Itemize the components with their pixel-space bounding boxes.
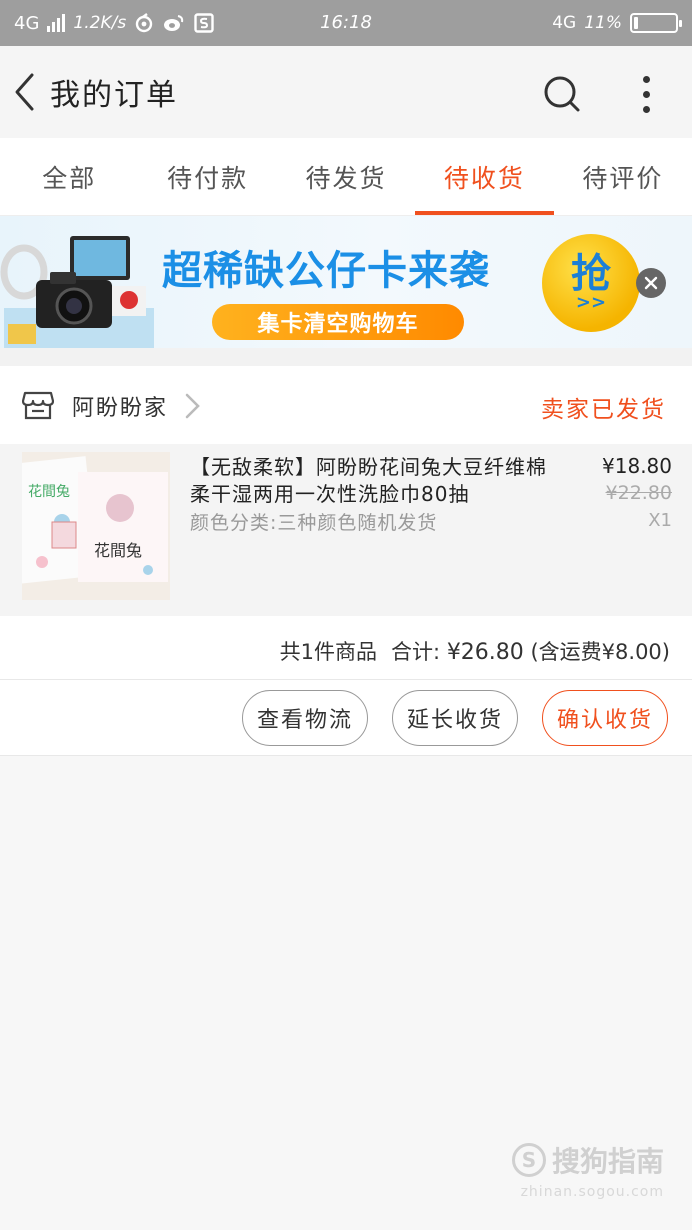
sogou-icon bbox=[194, 13, 214, 33]
section-gap bbox=[0, 348, 692, 366]
shop-header[interactable]: 阿盼盼家 卖家已发货 bbox=[0, 366, 692, 444]
product-item[interactable]: 花間兔 花間兔 【无敌柔软】阿盼盼花间兔大豆纤维棉柔干湿两用一次性洗脸巾80抽 … bbox=[0, 444, 692, 616]
product-quantity: X1 bbox=[648, 510, 672, 531]
battery-fill bbox=[634, 17, 639, 29]
close-icon bbox=[644, 276, 658, 290]
watermark: S 搜狗指南 bbox=[511, 1140, 664, 1180]
banner-headline: 超稀缺公仔卡来袭 bbox=[162, 249, 490, 293]
view-logistics-button[interactable]: 查看物流 bbox=[242, 690, 368, 746]
order-tabs: 全部 待付款 待发货 待收货 待评价 bbox=[0, 138, 692, 216]
tab-pending-receipt[interactable]: 待收货 bbox=[415, 138, 555, 215]
order-status: 卖家已发货 bbox=[541, 397, 666, 423]
shop-name[interactable]: 阿盼盼家 bbox=[72, 390, 168, 422]
shipping-note: (含运费¥8.00) bbox=[530, 640, 670, 664]
grab-button[interactable]: 抢 >> bbox=[542, 234, 640, 332]
store-icon bbox=[22, 391, 54, 420]
order-summary-text: 共1件商品 合计: ¥26.80 (含运费¥8.00) bbox=[280, 636, 670, 666]
chevron-left-icon bbox=[15, 73, 34, 111]
watermark-brand: 搜狗指南 bbox=[551, 1145, 664, 1178]
product-title[interactable]: 【无敌柔软】阿盼盼花间兔大豆纤维棉柔干湿两用一次性洗脸巾80抽 bbox=[190, 454, 550, 508]
product-original-price: ¥22.80 bbox=[605, 482, 672, 504]
signal-icon bbox=[47, 14, 66, 32]
product-image: 花間兔 花間兔 bbox=[22, 452, 170, 600]
battery-percent: 11% bbox=[584, 13, 622, 33]
tab-pending-review[interactable]: 待评价 bbox=[554, 138, 692, 215]
product-price: ¥18.80 bbox=[602, 454, 672, 478]
watermark-url: zhinan.sogou.com bbox=[520, 1184, 664, 1200]
order-summary: 共1件商品 合计: ¥26.80 (含运费¥8.00) bbox=[0, 616, 692, 680]
items-count: 共1件商品 bbox=[279, 640, 378, 664]
status-left: 4G 1.2K/s bbox=[14, 13, 214, 34]
total-label: 合计: bbox=[391, 640, 441, 664]
banner-subline: 集卡清空购物车 bbox=[212, 304, 464, 340]
tab-pending-payment[interactable]: 待付款 bbox=[138, 138, 276, 215]
status-right: 4G 11% bbox=[552, 0, 682, 46]
grab-arrow: >> bbox=[575, 292, 607, 313]
promo-banner[interactable]: 超稀缺公仔卡来袭 集卡清空购物车 抢 >> bbox=[0, 216, 692, 348]
total-amount: ¥26.80 bbox=[446, 640, 524, 665]
sogou-logo-icon: S bbox=[511, 1143, 546, 1177]
product-variant: 颜色分类:三种颜色随机发货 bbox=[190, 512, 438, 534]
grab-label: 抢 bbox=[571, 251, 611, 297]
search-icon bbox=[544, 76, 580, 112]
banner-close-button[interactable] bbox=[636, 268, 666, 298]
more-button[interactable] bbox=[628, 72, 664, 116]
extend-receipt-button[interactable]: 延长收货 bbox=[392, 690, 518, 746]
weibo-icon bbox=[164, 15, 184, 31]
svg-text:花間兔: 花間兔 bbox=[28, 484, 70, 500]
svg-text:花間兔: 花間兔 bbox=[94, 541, 142, 560]
nav-bar: 我的订单 bbox=[0, 46, 692, 138]
search-button[interactable] bbox=[540, 72, 584, 116]
tab-pending-shipment[interactable]: 待发货 bbox=[277, 138, 415, 215]
more-vertical-icon bbox=[642, 75, 650, 83]
gadgets-illustration bbox=[0, 236, 154, 348]
netease-icon bbox=[135, 13, 153, 33]
status-bar: 4G 1.2K/s 16:18 4G 11% bbox=[0, 0, 692, 46]
network-type-right: 4G bbox=[552, 13, 577, 33]
tab-all[interactable]: 全部 bbox=[0, 138, 138, 215]
battery-icon bbox=[630, 13, 682, 33]
network-speed: 1.2K/s bbox=[73, 13, 127, 33]
chevron-right-icon bbox=[185, 393, 200, 419]
back-button[interactable] bbox=[2, 46, 46, 138]
order-actions: 查看物流 延长收货 确认收货 bbox=[0, 680, 692, 756]
confirm-receipt-button[interactable]: 确认收货 bbox=[542, 690, 668, 746]
page-title: 我的订单 bbox=[50, 78, 178, 113]
total-group: 合计: ¥26.80 (含运费¥8.00) bbox=[391, 636, 670, 666]
network-type: 4G bbox=[14, 12, 40, 34]
